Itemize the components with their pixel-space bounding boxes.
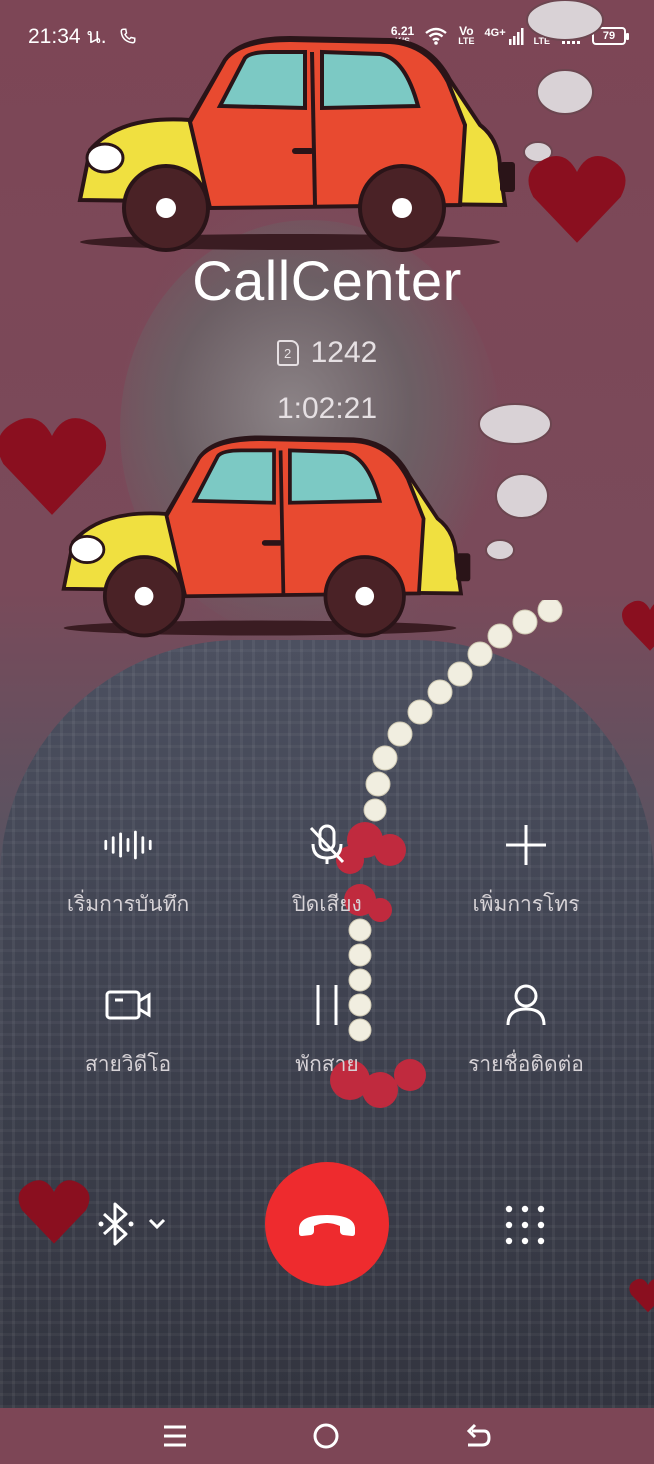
end-call-button[interactable] bbox=[265, 1162, 389, 1286]
car-sticker-middle bbox=[61, 435, 471, 638]
pause-icon bbox=[316, 985, 338, 1025]
smoke-puffs-top bbox=[523, 0, 604, 163]
person-icon bbox=[506, 984, 546, 1026]
video-camera-icon bbox=[105, 990, 151, 1020]
home-nav-icon[interactable] bbox=[312, 1422, 340, 1450]
record-call-button[interactable]: เริ่มการบันทึก bbox=[28, 820, 228, 921]
car-sticker-top bbox=[77, 35, 515, 252]
contacts-button[interactable]: รายชื่อติดต่อ bbox=[426, 980, 626, 1081]
contacts-label: รายชื่อติดต่อ bbox=[468, 1052, 584, 1076]
add-call-label: เพิ่มการโทร bbox=[472, 892, 580, 916]
back-nav-icon[interactable] bbox=[464, 1423, 492, 1449]
smoke-puffs-middle bbox=[478, 403, 552, 561]
hang-up-icon bbox=[299, 1215, 355, 1236]
caller-name: CallCenter bbox=[192, 249, 462, 312]
record-call-label: เริ่มการบันทึก bbox=[66, 892, 190, 916]
bluetooth-audio-button[interactable] bbox=[98, 1202, 166, 1246]
plus-icon bbox=[506, 825, 546, 865]
microphone-off-icon bbox=[309, 824, 345, 864]
video-call-button[interactable]: สายวิดีโอ bbox=[28, 980, 228, 1081]
chevron-down-icon bbox=[148, 1218, 166, 1230]
add-call-button[interactable]: เพิ่มการโทร bbox=[426, 820, 626, 921]
heart-sticker-5 bbox=[629, 1278, 654, 1313]
caller-number: 1242 bbox=[310, 336, 378, 369]
hold-label: พักสาย bbox=[295, 1052, 359, 1076]
dialpad-icon bbox=[505, 1205, 545, 1245]
heart-sticker-3 bbox=[622, 600, 654, 651]
video-call-label: สายวิดีโอ bbox=[84, 1052, 172, 1076]
bluetooth-icon bbox=[98, 1202, 134, 1246]
sim-card-icon: 2 bbox=[276, 340, 299, 366]
heart-sticker-1 bbox=[528, 156, 626, 243]
menu-nav-icon[interactable] bbox=[162, 1423, 188, 1449]
navigation-bar bbox=[0, 1408, 654, 1464]
heart-sticker-4 bbox=[18, 1180, 90, 1244]
mute-label: ปิดเสียง bbox=[292, 892, 362, 916]
dialpad-button[interactable] bbox=[504, 1204, 546, 1246]
mute-button[interactable]: ปิดเสียง bbox=[227, 820, 427, 921]
hold-button[interactable]: พักสาย bbox=[227, 980, 427, 1081]
caller-number-row: 2 1242 bbox=[0, 336, 654, 370]
waveform-icon bbox=[104, 830, 152, 860]
